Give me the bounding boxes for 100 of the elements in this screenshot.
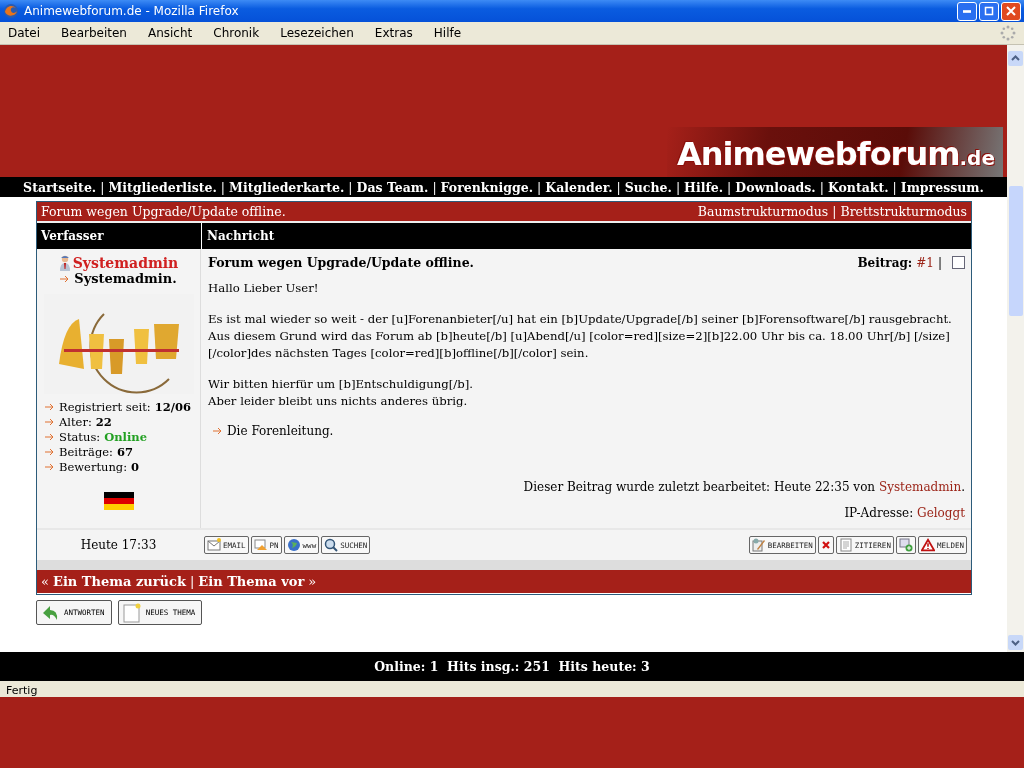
status-value: Online (104, 430, 147, 444)
nav-link[interactable]: Mitgliederliste. (108, 179, 217, 195)
menu-item[interactable]: Ansicht (147, 26, 193, 40)
flag-icon (103, 492, 134, 510)
nav-link[interactable]: Kontakt. (827, 179, 889, 195)
prev-thread-link[interactable]: Ein Thema zurück (52, 574, 186, 589)
scrollbar-thumb[interactable] (1008, 186, 1023, 316)
close-button[interactable] (1001, 1, 1021, 21)
stat-label: Bewertung: (59, 460, 128, 474)
punctuation: . (961, 480, 965, 494)
stat-value: 12/06 (154, 400, 191, 414)
minimize-button[interactable] (957, 1, 977, 21)
menu-item[interactable]: Lesezeichen (280, 26, 354, 40)
separator: | (220, 179, 226, 195)
nav-link[interactable]: Startseite. (23, 179, 97, 195)
column-header: Nachricht (206, 229, 275, 243)
document-icon (121, 602, 142, 623)
separator: | (616, 179, 621, 195)
letter-icon (253, 538, 268, 552)
separator: | (832, 204, 837, 219)
post-text: Es ist mal wieder so weit - der [u]Forenanbieter[/u] hat ein [b]Update/Upgrade[/b] seiner [b]Forensoftware[/b] rausgebracht. Aus diesem Grund wird das Forum ab [b]heute[/b] [u]Abend[/u] [color=red][size=2][b]22.00 Uhr bis ca. 18.00 Uhr[/b] [/size][/color]des nächsten Tages [color=red][b]offline[/b][/color] sein. (208, 311, 953, 362)
nav-link[interactable]: Kalender. (545, 179, 613, 195)
edit-note: Dieser Beitrag wurde zuletzt bearbeitet: Heute 22:35 von (523, 480, 876, 494)
separator: | (727, 179, 732, 195)
stat-label: Alter: (59, 415, 92, 429)
thread-title: Forum wegen Upgrade/Update offline. (41, 204, 286, 219)
footer-stats: Online: 1 Hits insg.: 251 Hits heute: 3 (374, 659, 650, 674)
stat-label: Status: (59, 430, 101, 444)
maximize-icon (984, 6, 994, 16)
nav-link[interactable]: Forenknigge. (440, 179, 534, 195)
delete-button[interactable] (817, 536, 834, 554)
separator: | (892, 179, 897, 195)
nav-link[interactable]: Hilfe. (684, 179, 724, 195)
minimize-icon (963, 9, 971, 13)
scrollbar[interactable] (1007, 45, 1024, 652)
arrow-icon (45, 448, 55, 456)
author-name[interactable]: Systemadmin (72, 255, 179, 271)
menu-item[interactable]: Extras (374, 26, 413, 40)
stat-value: 0 (131, 460, 140, 474)
view-mode-link[interactable]: Baumstrukturmodus (697, 204, 829, 219)
menu-item[interactable]: Chronik (213, 26, 260, 40)
stat-value: 22 (95, 415, 112, 429)
arrow-icon (213, 427, 223, 435)
post-number-link[interactable]: #1 (916, 255, 934, 270)
menu-item[interactable]: Bearbeiten (61, 26, 127, 40)
window-title: Animewebforum.de - Mozilla Firefox (24, 4, 240, 18)
menu-item[interactable]: Hilfe (433, 26, 462, 40)
menu-item[interactable]: Datei (8, 26, 40, 40)
site-logo[interactable]: Animewebforum.de (666, 126, 1003, 177)
user-icon (58, 255, 71, 271)
pencil-icon (751, 538, 766, 552)
status-text: Fertig (6, 684, 38, 697)
scroll-up-icon[interactable] (1008, 51, 1023, 66)
post-text: Hallo Lieber User! (208, 280, 320, 297)
arrow-icon (45, 403, 55, 411)
document-icon (838, 538, 853, 552)
nav-link[interactable]: Mitgliederkarte. (229, 179, 345, 195)
next-thread-link[interactable]: Ein Thema vor (198, 574, 305, 589)
add-button[interactable] (895, 536, 916, 554)
arrow-icon (45, 433, 55, 441)
separator: | (937, 255, 942, 270)
nav-link[interactable]: Suche. (624, 179, 672, 195)
separator: | (537, 179, 542, 195)
post-text: Aber leider bleibt uns nichts anderes übrig. (208, 393, 469, 410)
stat-label: Registriert seit: (59, 400, 151, 414)
separator: | (675, 179, 681, 195)
search-icon (324, 538, 339, 552)
warning-icon (920, 538, 935, 552)
stat-label: Beiträge: (59, 445, 113, 459)
arrow-icon (45, 463, 55, 471)
post-number-label: Beitrag: (857, 255, 913, 270)
arrow-icon (60, 274, 71, 283)
separator: | (100, 179, 105, 195)
post-text: Wir bitten hierfür um [b]Entschuldigung[/b]. (208, 376, 475, 393)
next-mark: » (308, 574, 317, 589)
ip-link[interactable]: Geloggt (917, 506, 965, 520)
post-time: Heute 17:33 (79, 538, 158, 552)
throbber-icon (1000, 25, 1016, 41)
add-icon (898, 538, 913, 552)
post-title: Forum wegen Upgrade/Update offline. (208, 255, 474, 270)
separator: | (819, 179, 824, 195)
nav-link[interactable]: Das Team. (356, 179, 429, 195)
ip-label: IP-Adresse: (844, 506, 914, 520)
author-rank: Systemadmin. (74, 271, 177, 286)
view-mode-link[interactable]: Brettstrukturmodus (840, 204, 967, 219)
arrow-icon (45, 418, 55, 426)
envelope-icon (207, 538, 221, 552)
close-icon (1006, 6, 1016, 16)
separator: | (432, 179, 437, 195)
maximize-button[interactable] (979, 1, 999, 21)
scroll-down-icon[interactable] (1008, 635, 1023, 650)
signature: Die Forenleitung. (227, 424, 334, 438)
globe-icon (286, 538, 301, 552)
delete-icon (820, 540, 831, 550)
separator: | (348, 179, 353, 195)
prev-mark: « (41, 574, 49, 589)
nav-link[interactable]: Downloads. (735, 179, 816, 195)
select-checkbox[interactable] (952, 256, 965, 269)
nav-link[interactable]: Impressum. (900, 179, 984, 195)
stat-value: 67 (116, 445, 133, 459)
